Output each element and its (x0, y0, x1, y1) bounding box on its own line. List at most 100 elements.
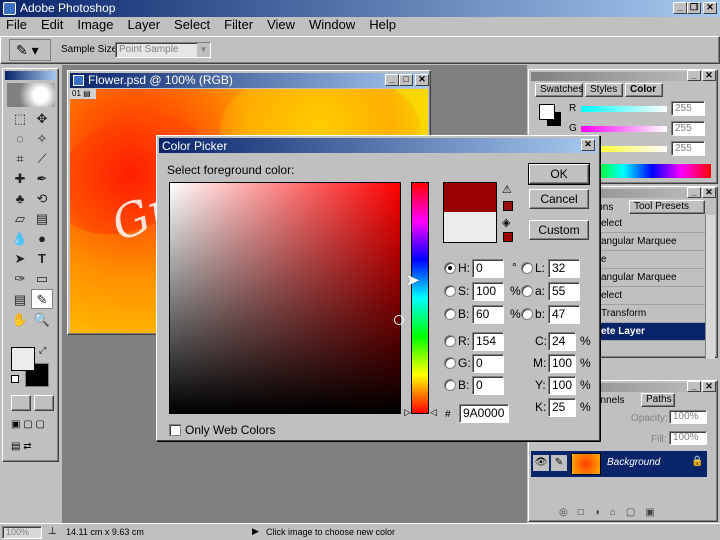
old-color-preview[interactable] (443, 212, 497, 243)
zoom-field[interactable]: 100% (2, 526, 42, 539)
hand-tool-icon[interactable]: ✋ (9, 310, 31, 330)
tab-swatches[interactable]: Swatches (535, 83, 583, 97)
g-slider-track[interactable] (581, 126, 667, 132)
color-field[interactable] (169, 182, 404, 414)
doc-close-button[interactable]: ✕ (415, 74, 429, 86)
close-button[interactable]: ✕ (703, 2, 717, 14)
b-hsb-radio[interactable] (444, 308, 456, 320)
eye-icon[interactable]: 👁 (533, 455, 549, 471)
k-field[interactable]: 25 (548, 398, 576, 417)
marquee-tool-icon[interactable]: ⬚ (9, 109, 31, 129)
r-slider-track[interactable] (581, 106, 667, 112)
notes-tool-icon[interactable]: ▤ (9, 290, 31, 310)
b-rgb-radio[interactable] (444, 379, 456, 391)
gamut-warning-icon[interactable]: ⚠ (502, 183, 512, 196)
magic-wand-icon[interactable]: ✧ (31, 129, 53, 149)
type-tool-icon[interactable]: T (31, 249, 53, 269)
move-tool-icon[interactable]: ✥ (31, 109, 53, 129)
r-value-field[interactable]: 255 (671, 101, 705, 116)
menu-select[interactable]: Select (174, 17, 210, 32)
stamp-tool-icon[interactable]: ♣ (9, 189, 31, 209)
blur-tool-icon[interactable]: 💧 (9, 229, 31, 249)
dodge-tool-icon[interactable]: ● (31, 229, 53, 249)
b-lab-field[interactable]: 47 (548, 305, 580, 324)
a-field[interactable]: 55 (548, 282, 580, 301)
slice-tool-icon[interactable]: ⟋ (31, 149, 53, 169)
hue-slider[interactable] (411, 182, 429, 414)
history-scrollbar[interactable] (705, 215, 715, 359)
layers-minimize-button[interactable]: _ (687, 381, 701, 392)
jump-to-imageready-icon[interactable]: ▤ ⇄ (11, 441, 55, 455)
tab-tool-presets[interactable]: Tool Presets (629, 200, 705, 214)
healing-brush-icon[interactable]: ✚ (9, 169, 31, 189)
menu-filter[interactable]: Filter (224, 17, 253, 32)
history-minimize-button[interactable]: _ (687, 187, 701, 198)
dialog-title-bar[interactable]: Color Picker ✕ (159, 138, 597, 153)
g-field[interactable]: 0 (472, 354, 504, 373)
doc-maximize-button[interactable]: □ (399, 74, 413, 86)
menu-image[interactable]: Image (77, 17, 113, 32)
standard-mode-button[interactable] (11, 395, 31, 411)
menu-layer[interactable]: Layer (128, 17, 161, 32)
layer-row[interactable]: 👁 ✎ Background 🔒 (531, 451, 707, 477)
tab-paths[interactable]: Paths (641, 393, 675, 407)
s-radio[interactable] (444, 285, 456, 297)
sample-size-select[interactable]: Point Sample ▼ (115, 42, 211, 58)
y-field[interactable]: 100 (548, 376, 576, 395)
gamut-swatch[interactable] (503, 201, 513, 211)
r-radio[interactable] (444, 335, 456, 347)
adobe-online-icon[interactable] (7, 83, 55, 107)
b-rgb-field[interactable]: 0 (472, 376, 504, 395)
m-field[interactable]: 100 (548, 354, 576, 373)
hex-field[interactable]: 9A0000 (459, 404, 509, 423)
history-item[interactable]: e (597, 251, 705, 269)
status-arrow-icon[interactable]: ▶ (252, 526, 259, 537)
gradient-tool-icon[interactable]: ▤ (31, 209, 53, 229)
h-radio[interactable] (444, 262, 456, 274)
a-radio[interactable] (521, 285, 533, 297)
opacity-field[interactable]: 100% (669, 410, 707, 424)
lasso-tool-icon[interactable]: ◌ (9, 129, 31, 149)
menu-file[interactable]: File (6, 17, 27, 32)
foreground-color-swatch[interactable] (11, 347, 35, 371)
eyedropper-preset-button[interactable]: ✎ ▾ (9, 39, 51, 61)
l-field[interactable]: 32 (548, 259, 580, 278)
color-palette-close-button[interactable]: ✕ (702, 70, 716, 81)
brush-tool-icon[interactable]: ✒ (31, 169, 53, 189)
cancel-button[interactable]: Cancel (529, 189, 589, 209)
dialog-close-button[interactable]: ✕ (581, 139, 595, 151)
only-web-colors-checkbox[interactable] (169, 424, 181, 436)
b-hsb-field[interactable]: 60 (472, 305, 504, 324)
history-item[interactable]: angular Marquee (597, 269, 705, 287)
quick-mask-button[interactable] (34, 395, 54, 411)
r-field[interactable]: 154 (472, 332, 504, 351)
g-value-field[interactable]: 255 (671, 121, 705, 136)
path-select-icon[interactable]: ➤ (9, 249, 31, 269)
layers-close-button[interactable]: ✕ (702, 381, 716, 392)
doc-minimize-button[interactable]: _ (385, 74, 399, 86)
c-field[interactable]: 24 (548, 332, 576, 351)
eyedropper-tool-icon[interactable]: ✎ (31, 289, 53, 309)
history-close-button[interactable]: ✕ (702, 187, 716, 198)
history-item[interactable]: elect (597, 215, 705, 233)
tab-styles[interactable]: Styles (585, 83, 623, 97)
history-item[interactable]: elect (597, 287, 705, 305)
history-item-selected[interactable]: ete Layer (597, 323, 705, 341)
fill-field[interactable]: 100% (669, 431, 707, 445)
b-value-field[interactable]: 255 (671, 141, 705, 156)
palette-foreground-swatch[interactable] (539, 104, 555, 120)
swap-colors-icon[interactable]: ⤢ (39, 345, 46, 356)
shape-tool-icon[interactable]: ▭ (31, 269, 53, 289)
tab-color[interactable]: Color (625, 83, 663, 97)
maximize-button[interactable]: ❐ (687, 2, 701, 14)
minimize-button[interactable]: _ (673, 2, 687, 14)
history-brush-icon[interactable]: ⟲ (31, 189, 53, 209)
g-radio[interactable] (444, 357, 456, 369)
menu-view[interactable]: View (267, 17, 295, 32)
h-field[interactable]: 0 (472, 259, 504, 278)
l-radio[interactable] (521, 262, 533, 274)
menu-help[interactable]: Help (369, 17, 396, 32)
s-field[interactable]: 100 (472, 282, 504, 301)
zoom-tool-icon[interactable]: 🔍 (31, 310, 53, 330)
history-item[interactable]: Transform (597, 305, 705, 323)
